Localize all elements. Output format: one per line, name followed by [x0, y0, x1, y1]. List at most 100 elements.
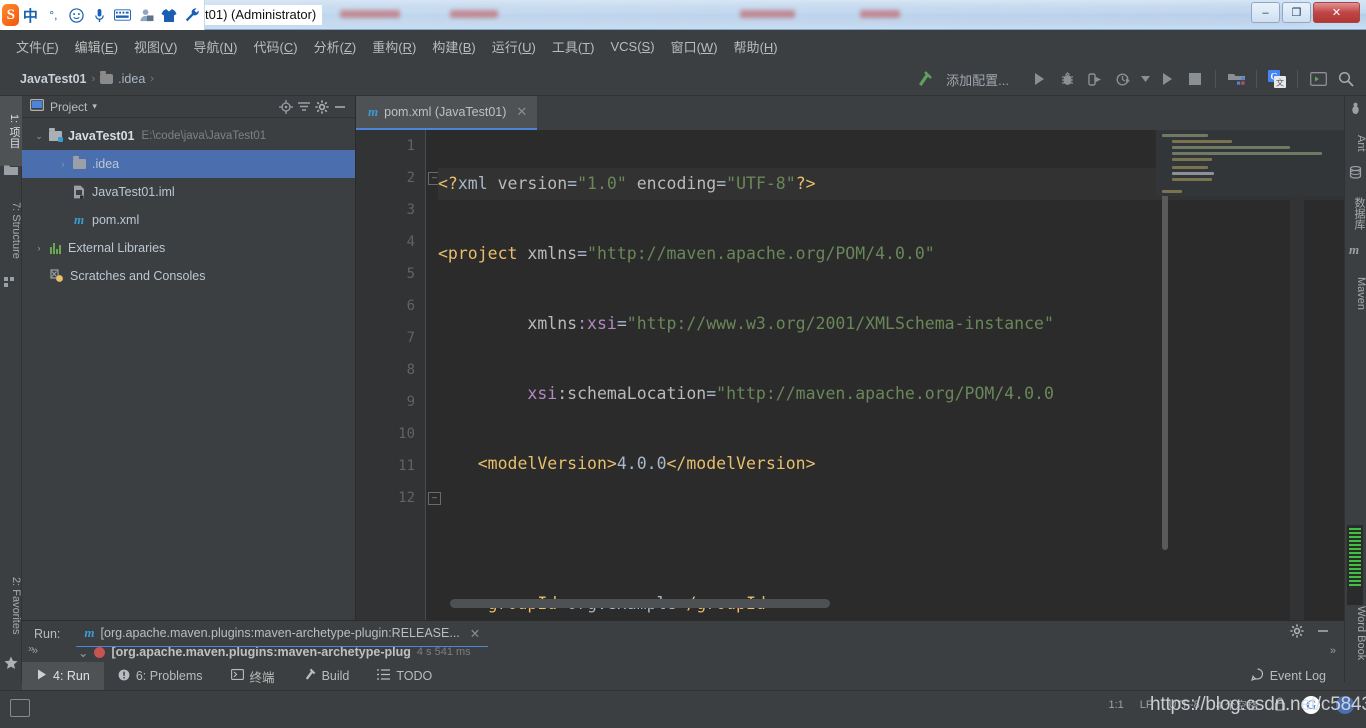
maximize-button[interactable]: ❐: [1282, 2, 1311, 23]
run-icon[interactable]: [1027, 67, 1051, 91]
ime-punctuation-icon[interactable]: °,: [45, 4, 61, 26]
sidebar-item-ant[interactable]: Ant: [1345, 120, 1366, 166]
menu-build[interactable]: 构建(B): [424, 33, 483, 60]
caret-position[interactable]: 1:1: [1109, 699, 1124, 711]
editor-vertical-scrollbar[interactable]: [1162, 172, 1168, 550]
run-expand-chevron[interactable]: »: [32, 645, 38, 657]
locate-icon[interactable]: [277, 98, 295, 116]
close-icon[interactable]: ✕: [470, 626, 480, 641]
tree-node-external-libraries[interactable]: › External Libraries: [22, 234, 355, 262]
add-configuration-button[interactable]: 添加配置...: [940, 70, 1023, 89]
run-coverage-icon[interactable]: [1083, 67, 1107, 91]
left-tool-rail: 1: 项目 7: Structure 2: Favorites: [0, 96, 22, 682]
project-folder-icon: [4, 164, 18, 178]
ime-emoji-icon[interactable]: [68, 4, 84, 26]
chevron-down-icon[interactable]: [1139, 67, 1151, 91]
tree-node-javatest01[interactable]: ⌄ JavaTest01 E:\code\java\JavaTest01: [22, 122, 355, 150]
run-configuration-tab[interactable]: m [org.apache.maven.plugins:maven-archet…: [76, 620, 489, 648]
menu-refactor[interactable]: 重构(R): [364, 33, 424, 60]
breadcrumb-separator: ›: [91, 73, 96, 85]
tab-run[interactable]: 4: Run: [22, 662, 104, 690]
editor-tab-pom-xml[interactable]: m pom.xml (JavaTest01) ✕: [356, 96, 538, 130]
sidebar-item-maven[interactable]: Maven: [1345, 262, 1366, 326]
tree-node-idea[interactable]: › .idea: [22, 150, 355, 178]
ime-skin-icon[interactable]: [161, 4, 177, 26]
intellij-idea-window: t01) (Administrator) – ❐ ✕ S 中 °, 文件(F) …: [0, 0, 1366, 728]
run-output-row[interactable]: ⌄ [org.apache.maven.plugins:maven-archet…: [78, 647, 1298, 662]
sidebar-item-database[interactable]: 数据库: [1345, 184, 1366, 242]
tab-problems[interactable]: 6: Problems: [104, 662, 217, 690]
attach-run-icon[interactable]: [1155, 67, 1179, 91]
menu-help[interactable]: 帮助(H): [726, 33, 786, 60]
ime-voice-icon[interactable]: [91, 4, 107, 26]
hide-panel-icon[interactable]: [1316, 624, 1330, 641]
run-tool-window: Run: m [org.apache.maven.plugins:maven-a…: [22, 620, 1344, 663]
tab-build[interactable]: Build: [289, 662, 364, 690]
close-button[interactable]: ✕: [1313, 2, 1360, 23]
line-number: 11: [398, 458, 415, 474]
project-structure-icon[interactable]: [1224, 67, 1248, 91]
menu-analyze[interactable]: 分析(Z): [306, 33, 365, 60]
minimize-button[interactable]: –: [1251, 2, 1280, 23]
menu-file[interactable]: 文件(F): [8, 33, 67, 60]
tree-node-iml[interactable]: JavaTest01.iml: [22, 178, 355, 206]
tree-node-scratches[interactable]: Scratches and Consoles: [22, 262, 355, 290]
chevron-down-icon[interactable]: ▾: [92, 101, 97, 112]
tab-terminal[interactable]: 终端: [217, 662, 289, 690]
sidebar-item-project[interactable]: 1: 项目: [0, 96, 22, 166]
expand-arrow-icon[interactable]: ⌄: [32, 131, 46, 142]
ime-account-icon[interactable]: [138, 4, 154, 26]
expand-arrow-icon[interactable]: ›: [56, 159, 70, 169]
menu-navigate[interactable]: 导航(N): [185, 33, 245, 60]
menu-tools[interactable]: 工具(T): [544, 33, 603, 60]
debug-icon[interactable]: [1055, 67, 1079, 91]
libraries-icon: [46, 242, 64, 254]
menu-edit[interactable]: 编辑(E): [67, 33, 126, 60]
line-number: 7: [406, 330, 415, 346]
error-marker-strip[interactable]: [1290, 164, 1304, 620]
ime-toolbar[interactable]: S 中 °,: [0, 0, 205, 30]
sogou-logo-icon[interactable]: S: [2, 4, 20, 26]
tab-problems-label: 6: Problems: [135, 669, 203, 683]
expand-arrow-icon[interactable]: ›: [32, 243, 46, 253]
settings-gear-icon[interactable]: [313, 98, 331, 116]
project-panel-title[interactable]: Project: [50, 100, 87, 114]
breadcrumb-idea[interactable]: .idea: [118, 72, 145, 86]
menu-code[interactable]: 代码(C): [246, 33, 306, 60]
tree-node-pom[interactable]: m pom.xml: [22, 206, 355, 234]
settings-gear-icon[interactable]: [1290, 624, 1304, 641]
expand-arrow-icon[interactable]: ⌄: [78, 647, 88, 660]
menu-run[interactable]: 运行(U): [484, 33, 544, 60]
menu-window[interactable]: 窗口(W): [663, 33, 726, 60]
sidebar-item-structure[interactable]: 7: Structure: [0, 182, 22, 278]
close-icon[interactable]: ✕: [516, 104, 527, 120]
toggle-tool-windows-icon[interactable]: [10, 699, 30, 717]
menu-vcs[interactable]: VCS(S): [602, 35, 662, 58]
google-translate-icon[interactable]: G文: [1265, 67, 1289, 91]
code-editor[interactable]: 1 2 3 4 5 6 7 8 9 10 11 12 – – <?xml ver…: [356, 130, 1344, 620]
tab-todo[interactable]: TODO: [363, 662, 446, 690]
search-icon[interactable]: [1334, 67, 1358, 91]
line-number: 5: [406, 266, 415, 282]
error-icon: [94, 647, 106, 658]
profiler-icon[interactable]: [1111, 67, 1135, 91]
terminal-icon[interactable]: [1306, 67, 1330, 91]
ime-language-icon[interactable]: 中: [22, 4, 38, 26]
editor-horizontal-scrollbar[interactable]: [450, 599, 830, 608]
menu-view[interactable]: 视图(V): [126, 33, 185, 60]
collapse-all-icon[interactable]: [295, 98, 313, 116]
ime-settings-wrench-icon[interactable]: [184, 4, 200, 26]
sidebar-item-favorites[interactable]: 2: Favorites: [0, 554, 22, 658]
run-output-tree[interactable]: » ⌄ [org.apache.maven.plugins:maven-arch…: [22, 647, 1344, 663]
stop-icon[interactable]: [1183, 67, 1207, 91]
window-controls: – ❐ ✕: [1251, 2, 1360, 23]
breadcrumb-project[interactable]: JavaTest01: [20, 72, 87, 86]
hide-panel-icon[interactable]: [331, 98, 349, 116]
ime-keyboard-icon[interactable]: [114, 4, 132, 26]
status-expand-chevron[interactable]: »: [1330, 645, 1336, 657]
line-number: 4: [406, 234, 415, 250]
code-content[interactable]: <?xml version="1.0" encoding="UTF-8"?> <…: [438, 130, 1344, 620]
event-log-button[interactable]: Event Log: [1250, 662, 1326, 690]
code-minimap[interactable]: [1156, 130, 1344, 196]
build-hammer-icon[interactable]: [912, 67, 936, 91]
